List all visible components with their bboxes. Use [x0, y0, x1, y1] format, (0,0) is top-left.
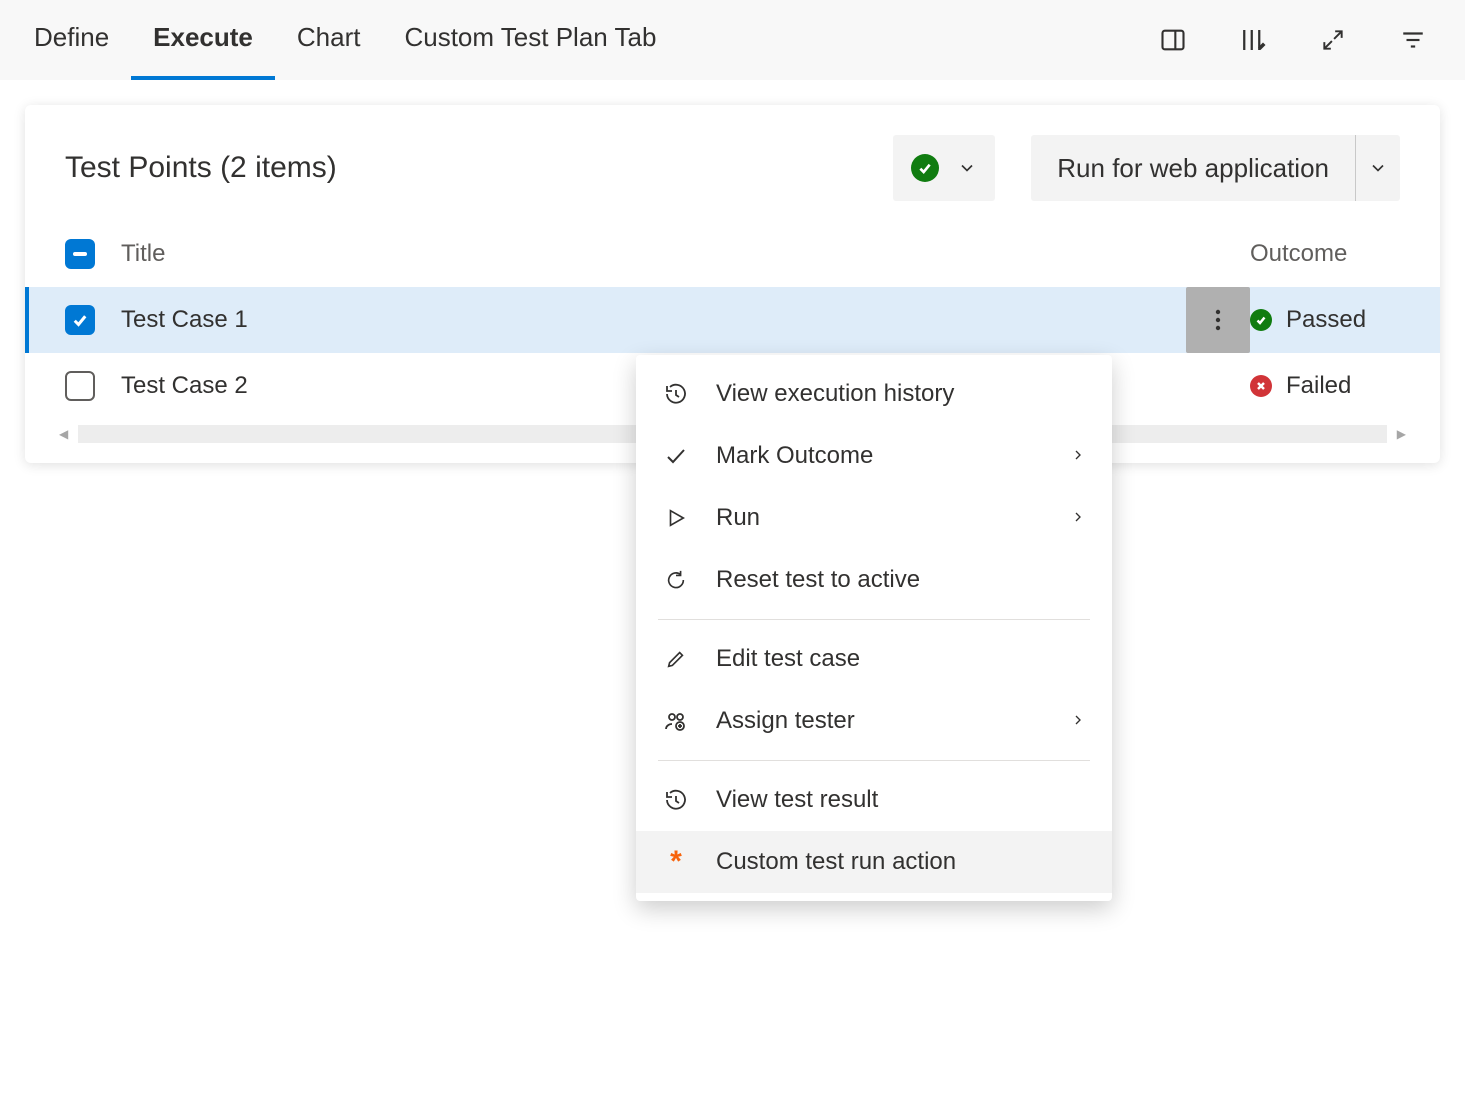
row-more-button[interactable]	[1186, 287, 1250, 353]
run-button-label: Run for web application	[1031, 153, 1355, 184]
column-title[interactable]: Title	[121, 240, 1186, 268]
select-all-checkbox[interactable]	[65, 239, 95, 269]
row-context-menu: View execution history Mark Outcome Run …	[636, 355, 1112, 901]
panel-title: Test Points (2 items)	[65, 151, 893, 185]
row-checkbox[interactable]	[65, 305, 95, 335]
menu-view-test-result[interactable]: View test result	[636, 769, 1112, 831]
history-icon	[662, 788, 690, 812]
passed-icon	[1250, 309, 1272, 331]
menu-custom-test-run-action[interactable]: * Custom test run action	[636, 831, 1112, 893]
pencil-icon	[662, 648, 690, 670]
chevron-right-icon	[1070, 442, 1086, 470]
tab-bar: Define Execute Chart Custom Test Plan Ta…	[0, 0, 1465, 80]
chevron-right-icon	[1070, 504, 1086, 532]
run-for-web-button[interactable]: Run for web application	[1031, 135, 1400, 201]
menu-view-execution-history[interactable]: View execution history	[636, 363, 1112, 425]
row-checkbox[interactable]	[65, 371, 95, 401]
star-icon: *	[662, 845, 690, 879]
check-icon	[662, 444, 690, 468]
tab-custom-test-plan[interactable]: Custom Test Plan Tab	[382, 0, 678, 80]
refresh-icon	[662, 569, 690, 591]
history-icon	[662, 382, 690, 406]
row-title: Test Case 1	[121, 306, 1186, 334]
columns-edit-icon[interactable]	[1223, 10, 1283, 70]
menu-reset-test[interactable]: Reset test to active	[636, 549, 1112, 611]
menu-divider	[658, 760, 1090, 761]
run-button-chevron[interactable]	[1356, 158, 1400, 178]
play-icon	[662, 507, 690, 529]
table-row[interactable]: Test Case 1 Passed	[25, 287, 1440, 353]
menu-divider	[658, 619, 1090, 620]
row-outcome: Failed	[1286, 372, 1351, 400]
passed-icon	[911, 154, 939, 182]
menu-edit-test-case[interactable]: Edit test case	[636, 628, 1112, 690]
outcome-dropdown-button[interactable]	[893, 135, 995, 201]
menu-mark-outcome[interactable]: Mark Outcome	[636, 425, 1112, 487]
tab-execute[interactable]: Execute	[131, 0, 275, 80]
failed-icon	[1250, 375, 1272, 397]
tab-chart[interactable]: Chart	[275, 0, 383, 80]
people-icon	[662, 709, 690, 733]
fullscreen-icon[interactable]	[1303, 10, 1363, 70]
table-header: Title Outcome	[25, 221, 1440, 287]
tab-define[interactable]: Define	[12, 0, 131, 80]
chevron-right-icon	[1070, 707, 1086, 735]
chevron-down-icon	[957, 158, 977, 178]
column-outcome[interactable]: Outcome	[1250, 240, 1400, 268]
scroll-right-icon[interactable]: ▶	[1397, 427, 1406, 441]
filter-icon[interactable]	[1383, 10, 1443, 70]
scroll-left-icon[interactable]: ◀	[59, 427, 68, 441]
row-outcome: Passed	[1286, 306, 1366, 334]
menu-run[interactable]: Run	[636, 487, 1112, 549]
panel-header: Test Points (2 items) Run for web applic…	[25, 105, 1440, 221]
menu-assign-tester[interactable]: Assign tester	[636, 690, 1112, 752]
panel-split-icon[interactable]	[1143, 10, 1203, 70]
